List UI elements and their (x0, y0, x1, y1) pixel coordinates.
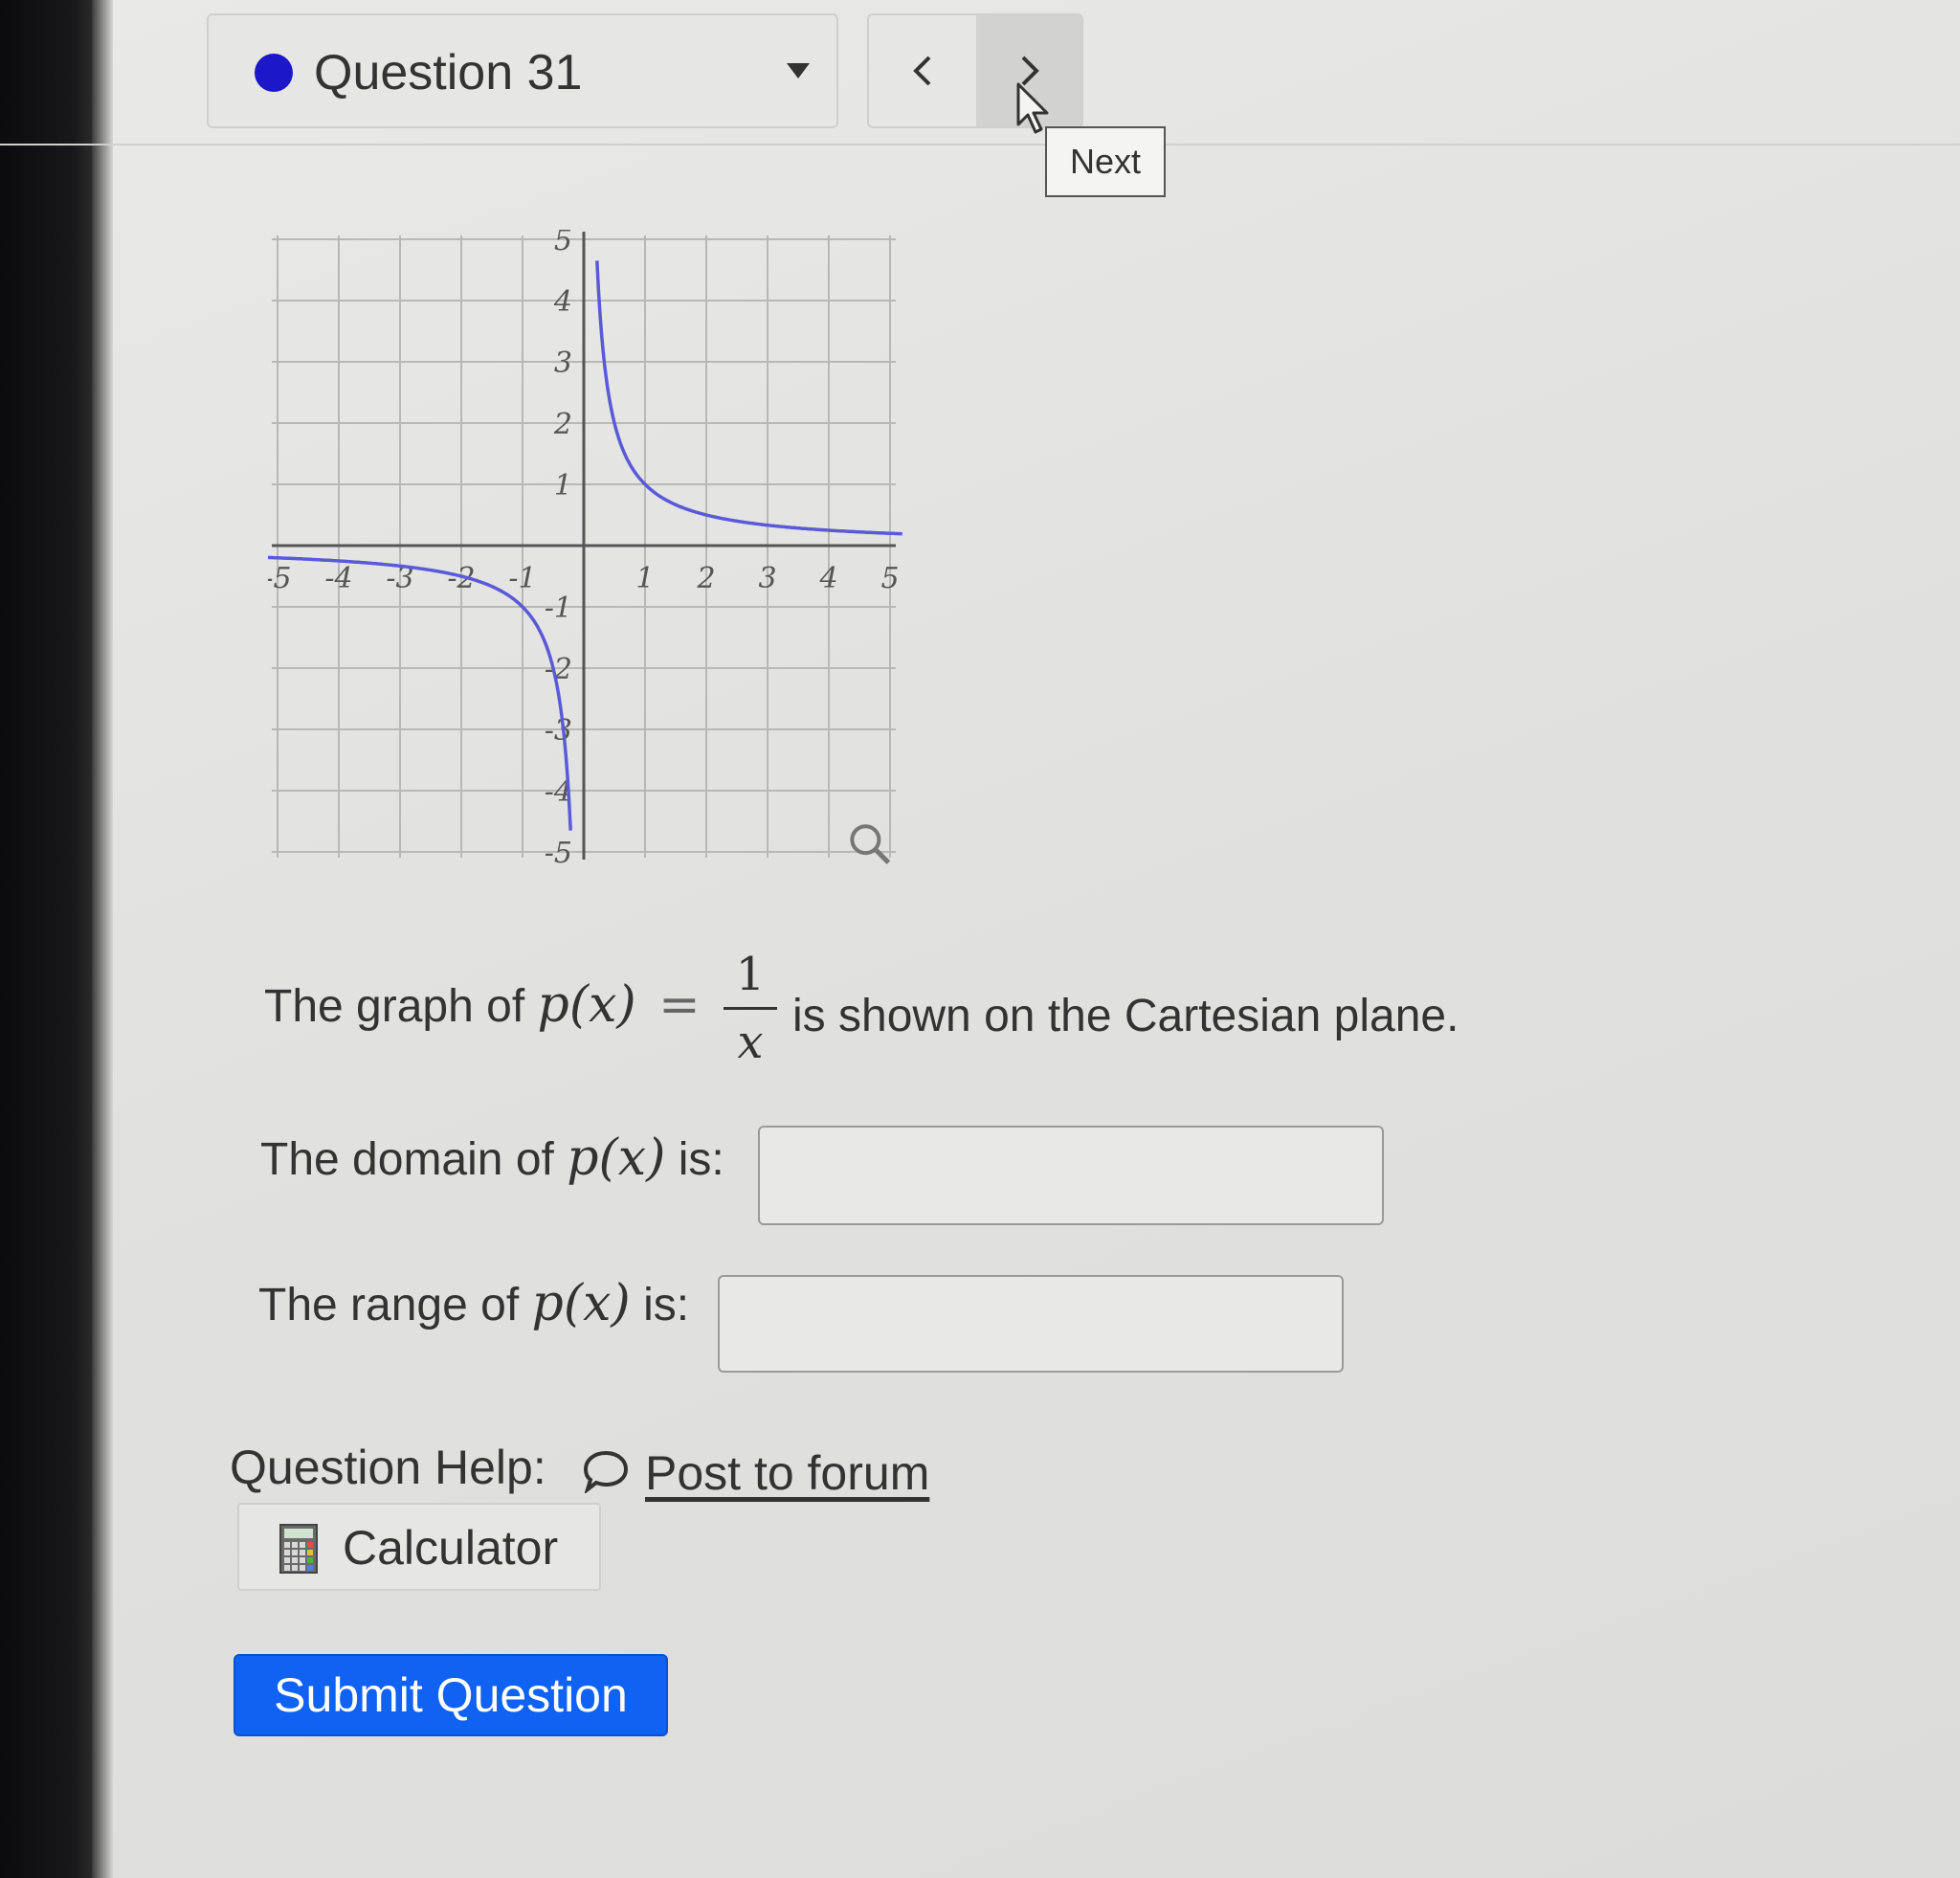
equals-sign: = (658, 976, 701, 1034)
calculator-key (284, 1550, 290, 1555)
calculator-key (300, 1557, 305, 1563)
calculator-key (292, 1557, 298, 1563)
next-tooltip: Next (1045, 126, 1166, 197)
domain-label: The domain of p(x) is: (260, 1129, 724, 1187)
y-tick-label: -3 (545, 714, 572, 748)
range-label: The range of p(x) is: (258, 1275, 689, 1332)
range-input[interactable] (718, 1275, 1344, 1373)
calculator-key (292, 1542, 298, 1548)
y-tick-label: 5 (554, 230, 572, 257)
y-tick-label: -1 (545, 592, 572, 625)
question-title: Question 31 (314, 45, 583, 101)
x-tick-label: 1 (635, 562, 654, 595)
y-tick-label: -5 (545, 837, 572, 870)
question-selector[interactable]: Question 31 (207, 13, 838, 128)
magnifier-icon (850, 824, 881, 856)
cartesian-graph: -5-4-3-2-11234554321-1-2-3-4-5 (268, 230, 902, 870)
post-to-forum-link[interactable]: Post to forum (645, 1445, 929, 1501)
x-tick-label: -5 (268, 562, 292, 595)
calculator-key (284, 1542, 290, 1548)
bezel-edge (92, 0, 113, 1878)
function-name: p(x) (537, 976, 636, 1034)
caret-down-icon (787, 63, 810, 78)
calculator-key (284, 1565, 290, 1571)
x-tick-label: 2 (696, 562, 715, 595)
fraction-denominator: x (737, 1016, 764, 1069)
calculator-key (284, 1557, 290, 1563)
x-tick-label: 4 (818, 562, 837, 595)
intro-suffix: is shown on the Cartesian plane. (792, 991, 1459, 1041)
calculator-key (307, 1542, 313, 1548)
calculator-icon (279, 1524, 318, 1574)
calculator-button[interactable]: Calculator (237, 1503, 601, 1591)
intro-line: The graph of p(x) = (264, 976, 701, 1034)
y-tick-label: 2 (553, 408, 572, 441)
calculator-key (307, 1550, 313, 1555)
calculator-key (292, 1565, 298, 1571)
y-tick-label: -2 (545, 653, 572, 686)
calculator-key (300, 1542, 305, 1548)
calculator-key (292, 1550, 298, 1555)
y-tick-label: 3 (554, 347, 572, 380)
domain-input[interactable] (758, 1126, 1384, 1225)
question-help-label: Question Help: (230, 1441, 546, 1494)
intro-prefix: The graph of (264, 981, 525, 1032)
monitor-bezel (0, 0, 92, 1878)
curve-branch-negative (268, 555, 572, 831)
y-tick-label: 1 (554, 469, 572, 503)
x-tick-label: -1 (508, 562, 536, 595)
range-suffix: is: (643, 1280, 690, 1330)
domain-function-name: p(x) (567, 1129, 666, 1187)
x-tick-label: 3 (758, 562, 776, 595)
calculator-key (307, 1557, 313, 1563)
range-function-name: p(x) (531, 1275, 631, 1332)
fraction-bar (724, 1007, 777, 1010)
status-dot-icon (255, 54, 293, 92)
domain-suffix: is: (678, 1134, 724, 1185)
fraction-one-over-x: 1 x (724, 948, 777, 1069)
speech-bubble-icon (583, 1450, 629, 1493)
calculator-key (307, 1565, 313, 1571)
calculator-key (300, 1565, 305, 1571)
y-tick-label: 4 (553, 285, 572, 319)
previous-question-button[interactable] (869, 15, 976, 126)
range-prefix: The range of (258, 1280, 520, 1330)
fraction-numerator: 1 (735, 948, 766, 1001)
domain-prefix: The domain of (260, 1134, 554, 1185)
x-tick-label: -4 (324, 562, 352, 595)
calculator-key (300, 1550, 305, 1555)
curve-branch-positive (595, 260, 902, 536)
header-divider (0, 144, 1960, 145)
submit-question-button[interactable]: Submit Question (234, 1654, 668, 1736)
calculator-label: Calculator (343, 1521, 559, 1575)
chevron-left-icon (913, 56, 931, 86)
x-tick-label: 5 (880, 562, 899, 595)
